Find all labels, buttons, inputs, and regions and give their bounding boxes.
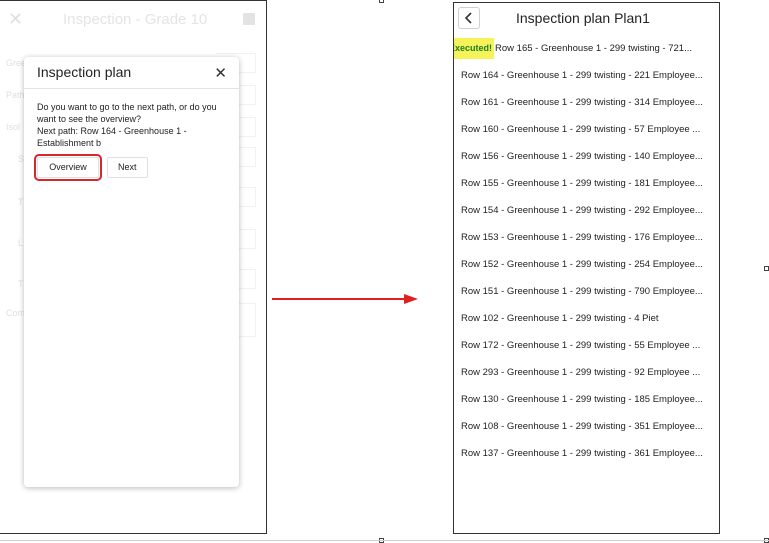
back-chevron-icon: [464, 12, 472, 24]
dialog-title: Inspection plan: [37, 64, 132, 80]
list-item[interactable]: Row 164 - Greenhouse 1 - 299 twisting - …: [454, 62, 714, 89]
left-screen: ✕ Inspection - Grade 10 Gree Path Isol S…: [0, 0, 267, 534]
next-button[interactable]: Next: [107, 157, 148, 178]
right-screen: Inspection plan Plan1 Executed!Row 165 -…: [453, 2, 720, 534]
close-icon[interactable]: ✕: [214, 64, 227, 82]
dialog-next-path: Next path: Row 164 - Greenhouse 1 - Esta…: [37, 126, 187, 148]
inspection-plan-list: Executed!Row 165 - Greenhouse 1 - 299 tw…: [454, 35, 719, 467]
overview-button[interactable]: Overview: [34, 154, 102, 181]
list-item[interactable]: Row 152 - Greenhouse 1 - 299 twisting - …: [454, 251, 714, 278]
list-item[interactable]: Row 151 - Greenhouse 1 - 299 twisting - …: [454, 278, 714, 305]
right-header: Inspection plan Plan1: [454, 3, 719, 35]
list-item[interactable]: Row 153 - Greenhouse 1 - 299 twisting - …: [454, 224, 714, 251]
list-item[interactable]: Row 102 - Greenhouse 1 - 299 twisting - …: [454, 305, 714, 332]
list-item[interactable]: Row 156 - Greenhouse 1 - 299 twisting - …: [454, 143, 714, 170]
list-item[interactable]: Row 130 - Greenhouse 1 - 299 twisting - …: [454, 386, 714, 413]
executed-badge: Executed!: [454, 37, 495, 59]
list-item-label: Row 165 - Greenhouse 1 - 299 twisting - …: [495, 43, 692, 54]
list-item[interactable]: Row 161 - Greenhouse 1 - 299 twisting - …: [454, 89, 714, 116]
dialog-message: Do you want to go to the next path, or d…: [37, 102, 217, 124]
list-item[interactable]: Row 172 - Greenhouse 1 - 299 twisting - …: [454, 332, 714, 359]
dialog-body: Do you want to go to the next path, or d…: [24, 89, 239, 149]
list-item[interactable]: Row 137 - Greenhouse 1 - 299 twisting - …: [454, 440, 714, 467]
selection-handle: [379, 0, 384, 3]
dialog-buttons: Overview Next: [34, 154, 148, 181]
list-item[interactable]: Row 155 - Greenhouse 1 - 299 twisting - …: [454, 170, 714, 197]
selection-handle: [764, 266, 769, 271]
arrow-right-icon: [272, 294, 418, 304]
page-title: Inspection plan Plan1: [516, 10, 650, 26]
dialog-header: Inspection plan ✕: [24, 57, 239, 89]
list-item[interactable]: Row 293 - Greenhouse 1 - 299 twisting - …: [454, 359, 714, 386]
canvas-bottom-edge: [0, 540, 769, 541]
list-item[interactable]: Row 154 - Greenhouse 1 - 299 twisting - …: [454, 197, 714, 224]
inspection-plan-dialog: Inspection plan ✕ Do you want to go to t…: [24, 57, 239, 487]
list-item[interactable]: Row 108 - Greenhouse 1 - 299 twisting - …: [454, 413, 714, 440]
back-button[interactable]: [458, 7, 480, 29]
list-item[interactable]: Executed!Row 165 - Greenhouse 1 - 299 tw…: [454, 35, 714, 62]
list-item[interactable]: Row 160 - Greenhouse 1 - 299 twisting - …: [454, 116, 714, 143]
